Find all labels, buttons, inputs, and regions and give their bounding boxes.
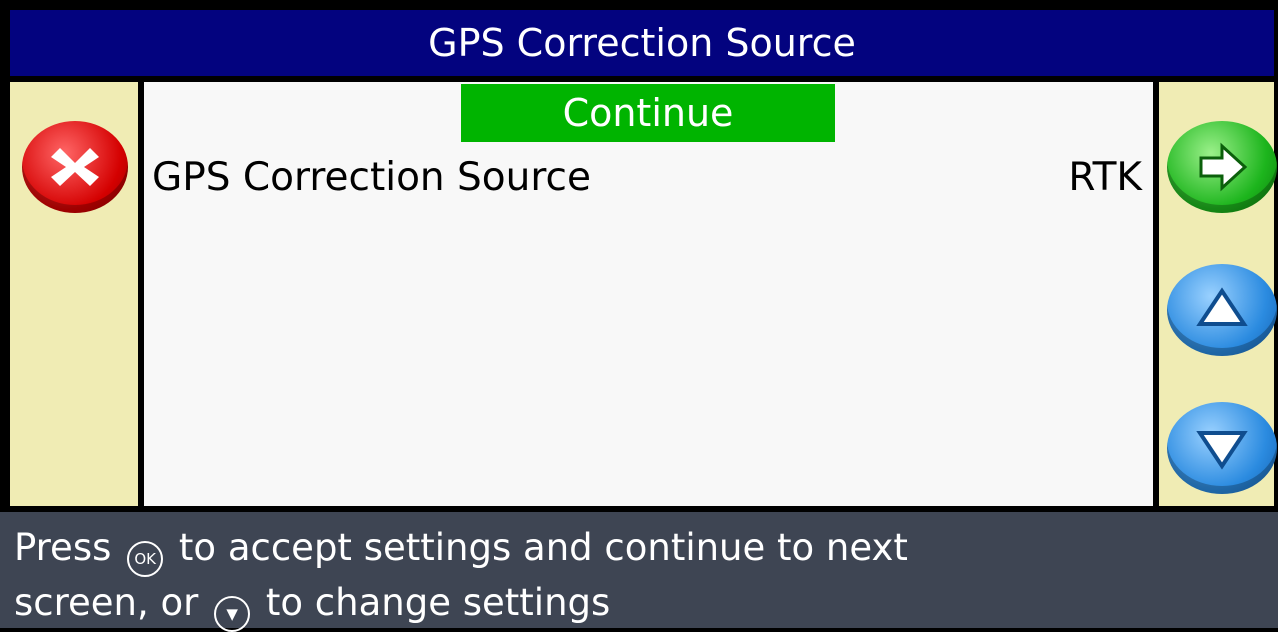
- left-button-bar: [10, 82, 138, 506]
- down-button-icon: ▼: [214, 596, 251, 632]
- page-title: GPS Correction Source: [10, 10, 1274, 76]
- screen-frame: GPS Correction Source Continue GPS Corre…: [0, 0, 1278, 632]
- scroll-down-button[interactable]: [1167, 402, 1277, 494]
- setting-label: GPS Correction Source: [152, 154, 591, 200]
- cancel-button[interactable]: [22, 121, 128, 213]
- instruction-text-change: to change settings: [265, 581, 611, 624]
- scroll-up-button[interactable]: [1167, 264, 1277, 356]
- instruction-text-accept: to accept settings and continue to next: [178, 526, 908, 569]
- setting-row[interactable]: GPS Correction Source RTK: [152, 148, 1142, 206]
- instruction-text-screen: screen, or: [14, 581, 199, 624]
- instruction-footer: Press OK to accept settings and continue…: [0, 512, 1278, 632]
- instruction-line-1: Press OK to accept settings and continue…: [14, 522, 1278, 577]
- continue-button[interactable]: Continue: [461, 84, 835, 142]
- ok-button-icon: OK: [127, 541, 164, 577]
- cancel-x-icon: [51, 148, 99, 186]
- settings-panel: Continue GPS Correction Source RTK: [144, 82, 1153, 506]
- next-arrow-icon: [1199, 142, 1248, 192]
- instruction-text-press: Press: [14, 526, 112, 569]
- next-button[interactable]: [1167, 121, 1277, 213]
- instruction-line-2: screen, or ▼ to change settings: [14, 577, 1278, 632]
- up-arrow-icon: [1196, 287, 1248, 326]
- setting-value: RTK: [1068, 154, 1142, 200]
- right-button-bar: [1159, 82, 1277, 506]
- down-arrow-icon: [1196, 431, 1248, 470]
